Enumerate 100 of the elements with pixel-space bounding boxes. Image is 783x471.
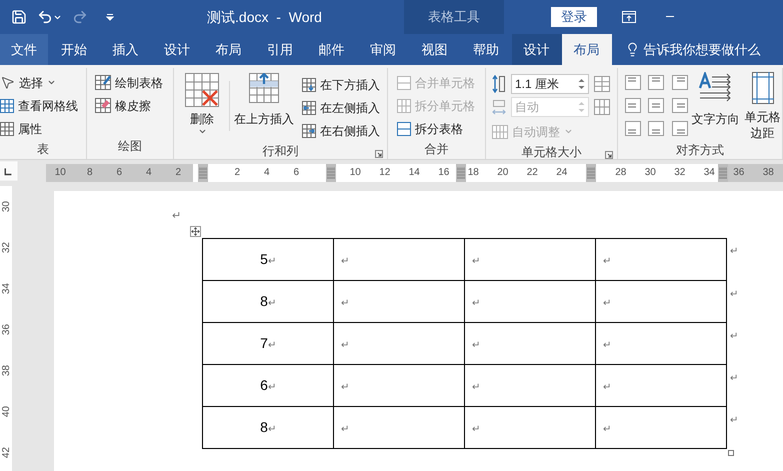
ruler-number: 32 <box>0 242 12 254</box>
align-icon[interactable] <box>625 98 641 113</box>
ruler-number: 8 <box>86 167 93 178</box>
menu-tab[interactable]: 开始 <box>48 34 100 65</box>
column-marker-icon[interactable] <box>326 164 336 182</box>
dialog-launcher-icon[interactable] <box>605 151 613 159</box>
row-end-mark: ↵ <box>730 330 738 344</box>
ruler-number: 6 <box>293 167 300 178</box>
menu-tab[interactable]: 设计 <box>512 34 562 65</box>
menu-tab[interactable]: 邮件 <box>306 34 357 65</box>
menu-tab[interactable]: 审阅 <box>357 34 408 65</box>
menu-tab[interactable]: 布局 <box>202 34 254 65</box>
ruler-number: 30 <box>644 167 656 178</box>
group-label: 对齐方式 <box>675 142 725 159</box>
cursor-icon <box>0 75 15 90</box>
ribbon-button[interactable]: 在左侧插入 <box>302 96 380 119</box>
minimize-icon[interactable] <box>666 16 674 18</box>
align-icon[interactable] <box>672 121 688 136</box>
ribbon-button[interactable]: 在下方插入 <box>302 73 380 96</box>
window-title: 测试.docx - Word <box>206 8 323 26</box>
ruler-number: 16 <box>438 167 450 178</box>
redo-icon[interactable] <box>72 9 88 25</box>
column-marker-icon[interactable] <box>718 164 728 182</box>
table-resize-handle-icon[interactable] <box>728 450 734 456</box>
table-cell: 5↵ <box>203 239 334 281</box>
contextual-tab-label: 表格工具 <box>404 0 504 34</box>
ruler-number: 2 <box>234 167 240 178</box>
menu-tab[interactable]: 插入 <box>100 34 151 65</box>
autofit-icon <box>492 124 508 138</box>
table-cell: 7↵ <box>203 323 334 365</box>
menu-tab[interactable]: 设计 <box>151 34 202 65</box>
insert-left-icon <box>302 100 316 114</box>
table-cell: ↵ <box>334 407 465 449</box>
ruler-number: 20 <box>497 167 508 178</box>
row-end-mark: ↵ <box>730 372 738 386</box>
delete-button[interactable]: 删除 <box>183 73 221 142</box>
ribbon-button[interactable]: 查看网格线 <box>0 94 78 117</box>
draw-table-icon <box>95 75 111 90</box>
distribute-columns-icon <box>594 99 610 115</box>
login-button[interactable]: 登录 <box>551 7 597 27</box>
text-direction-button[interactable]: 文字方向 <box>691 72 740 141</box>
ribbon-button[interactable]: 拆分表格 <box>397 117 475 140</box>
table-cell: ↵ <box>596 407 727 449</box>
ruler-number: 4 <box>146 167 152 178</box>
ribbon-button[interactable]: 绘制表格 <box>95 71 163 94</box>
table-move-handle-icon[interactable] <box>190 226 201 237</box>
table-cell: ↵ <box>596 365 727 407</box>
group-label: 绘图 <box>117 138 143 155</box>
align-icon[interactable] <box>648 121 664 136</box>
menu-tab[interactable]: 帮助 <box>460 34 512 65</box>
ruler-number: 38 <box>0 364 12 376</box>
table-cell: ↵ <box>334 239 465 281</box>
ruler-number: 38 <box>762 167 774 178</box>
height-field[interactable]: 1.1 厘米 <box>511 74 589 94</box>
ruler-number: 2 <box>175 167 182 178</box>
menu-tab[interactable]: 布局 <box>562 34 612 65</box>
align-icon[interactable] <box>625 121 641 136</box>
customize-toolbar-icon[interactable] <box>106 13 114 21</box>
spinner-arrows-icon[interactable] <box>578 78 585 90</box>
menu-tab[interactable]: 视图 <box>408 34 460 65</box>
ruler-number: 36 <box>0 324 12 336</box>
align-icon[interactable] <box>648 98 664 113</box>
align-icon[interactable] <box>648 75 664 90</box>
column-marker-icon[interactable] <box>456 164 466 182</box>
menu-tab[interactable]: 文件 <box>0 34 48 65</box>
ribbon-button[interactable]: 属性 <box>0 117 78 140</box>
ruler-number: 34 <box>0 282 12 294</box>
caret-icon <box>47 78 56 87</box>
row-height-icon <box>492 75 506 93</box>
undo-icon[interactable] <box>37 9 53 25</box>
ruler-number: 18 <box>468 167 479 178</box>
ribbon-display-options-icon[interactable] <box>622 11 636 23</box>
table-cell: ↵ <box>465 407 596 449</box>
column-marker-icon[interactable] <box>586 164 596 182</box>
column-marker-icon[interactable] <box>198 164 208 182</box>
table-cell: ↵ <box>334 365 465 407</box>
table-cell: ↵ <box>465 365 596 407</box>
ribbon-button[interactable]: 在右侧插入 <box>302 119 380 142</box>
paragraph-mark: ↵ <box>172 210 182 222</box>
ruler-number: 24 <box>556 167 568 178</box>
align-icon[interactable] <box>625 75 641 90</box>
distribute-rows-icon <box>594 76 610 92</box>
table-cell: ↵ <box>465 239 596 281</box>
dialog-launcher-icon[interactable] <box>375 150 383 158</box>
ruler-number: 10 <box>350 167 361 178</box>
ribbon-button[interactable]: 橡皮擦 <box>95 94 163 117</box>
ruler-number: 14 <box>408 167 420 178</box>
menu-tab[interactable]: 引用 <box>254 34 306 65</box>
tab-selector-icon[interactable] <box>0 160 18 182</box>
tell-me-field[interactable]: 告诉我你想要做什么 <box>644 40 760 60</box>
ruler-number: 22 <box>526 167 538 178</box>
ruler-number: 6 <box>116 167 122 178</box>
align-icon[interactable] <box>672 75 688 90</box>
cell-margins-button[interactable]: 单元格边距 <box>743 72 782 141</box>
ribbon-button[interactable]: 选择 <box>0 71 78 94</box>
ruler-number: 28 <box>615 167 626 178</box>
insert-above-button[interactable]: 在上方插入 <box>231 73 297 142</box>
save-icon[interactable] <box>11 9 27 25</box>
align-icon[interactable] <box>672 98 688 113</box>
table-cell: 8↵ <box>203 281 334 323</box>
